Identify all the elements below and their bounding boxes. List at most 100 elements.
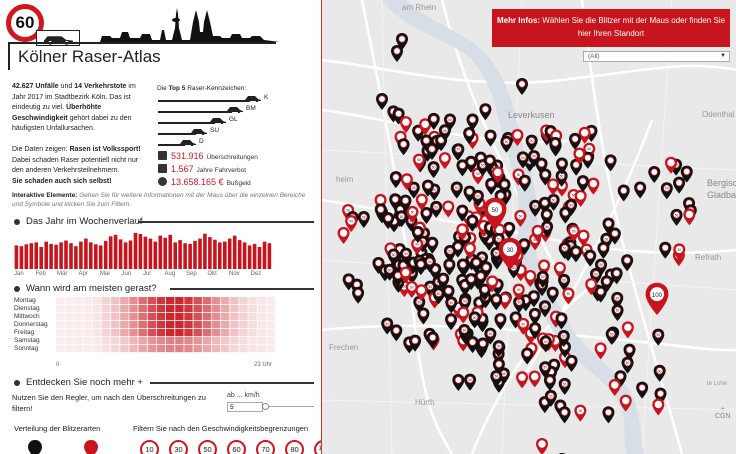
week-bar[interactable] xyxy=(103,240,108,269)
heatmap-cell[interactable] xyxy=(83,305,92,313)
heatmap-cell[interactable] xyxy=(65,345,74,353)
week-bar[interactable] xyxy=(257,247,262,269)
heatmap-cell[interactable] xyxy=(193,337,202,345)
week-bar[interactable] xyxy=(208,237,212,269)
heatmap-cell[interactable] xyxy=(147,297,157,305)
heatmap-cell[interactable] xyxy=(83,321,92,329)
heatmap-cell[interactable] xyxy=(239,305,248,313)
heatmap-cell[interactable] xyxy=(257,329,267,337)
black-pin-icon[interactable] xyxy=(576,175,589,193)
black-pin-icon[interactable] xyxy=(456,159,469,177)
heatmap-cell[interactable] xyxy=(56,345,65,353)
heatmap-cell[interactable] xyxy=(166,297,175,305)
map-canvas[interactable]: 50 50 50 50 50 50 50 50 50 50 50 50 50 5… xyxy=(322,0,736,454)
heatmap-cell[interactable] xyxy=(211,297,221,305)
heatmap-cell[interactable] xyxy=(120,337,129,345)
heatmap-cell[interactable] xyxy=(138,329,147,337)
heatmap-cell[interactable] xyxy=(129,345,138,353)
speed-filter-sign[interactable]: 50 xyxy=(198,440,217,454)
black-pin-icon[interactable] xyxy=(485,177,498,195)
red-pin-icon[interactable] xyxy=(337,226,350,244)
heatmap-cell[interactable] xyxy=(156,305,166,313)
heatmap-cell[interactable] xyxy=(147,321,157,329)
heatmap-cell[interactable] xyxy=(257,305,267,313)
heatmap-cell[interactable] xyxy=(65,297,74,305)
red-pin-icon[interactable] xyxy=(516,371,529,389)
week-bar[interactable] xyxy=(49,243,53,269)
week-bar[interactable] xyxy=(163,237,167,269)
black-pin-icon[interactable]: 50 xyxy=(558,377,571,395)
heatmap-cell[interactable] xyxy=(74,313,83,321)
speed-filter-sign[interactable]: 10 xyxy=(140,440,159,454)
heatmap-cell[interactable] xyxy=(248,337,257,345)
week-bar[interactable] xyxy=(108,236,113,269)
heatmap-cell[interactable] xyxy=(266,337,276,345)
heatmap-cell[interactable] xyxy=(193,329,202,337)
heatmap-cell[interactable] xyxy=(111,329,120,337)
black-pin-icon[interactable]: 50 xyxy=(443,244,456,262)
heatmap-cell[interactable] xyxy=(166,345,175,353)
heatmap-cell[interactable] xyxy=(202,337,212,345)
heatmap-cell[interactable] xyxy=(92,305,102,313)
black-pin-icon[interactable] xyxy=(558,406,571,424)
heatmap-cell[interactable] xyxy=(129,321,138,329)
heatmap-cell[interactable] xyxy=(74,345,83,353)
heatmap-cell[interactable] xyxy=(56,313,65,321)
heatmap-cell[interactable] xyxy=(184,345,193,353)
heatmap-cell[interactable] xyxy=(65,329,74,337)
weekly-bar-chart[interactable] xyxy=(14,229,272,269)
week-bar[interactable] xyxy=(69,243,73,269)
heatmap-cell[interactable] xyxy=(65,337,74,345)
week-bar[interactable] xyxy=(153,241,158,269)
heatmap-cell[interactable] xyxy=(211,345,221,353)
red-pin-icon[interactable] xyxy=(536,438,548,454)
heatmap-cell[interactable] xyxy=(129,313,138,321)
black-pin-icon[interactable] xyxy=(390,324,403,342)
speed-filter-sign[interactable]: 30 xyxy=(169,440,188,454)
week-bar[interactable] xyxy=(242,242,247,269)
black-pin-icon[interactable] xyxy=(426,236,439,254)
heatmap-cell[interactable] xyxy=(175,329,184,337)
black-pin-icon[interactable]: 50 xyxy=(611,304,624,322)
heatmap-cell[interactable] xyxy=(138,305,147,313)
black-pin-icon[interactable] xyxy=(376,93,388,110)
week-bar[interactable] xyxy=(143,236,148,269)
heatmap-cell[interactable] xyxy=(56,297,65,305)
week-bar[interactable] xyxy=(183,243,187,269)
heatmap-cell[interactable] xyxy=(266,321,276,329)
heatmap-cell[interactable] xyxy=(221,313,230,321)
heatmap-cell[interactable] xyxy=(202,345,212,353)
week-bar[interactable] xyxy=(98,245,103,269)
heatmap-cell[interactable] xyxy=(221,337,230,345)
heatmap-cell[interactable] xyxy=(156,345,166,353)
black-pin-icon[interactable]: 50 xyxy=(605,327,618,345)
plate-row[interactable]: SU xyxy=(158,127,298,137)
week-bar[interactable] xyxy=(247,245,252,269)
section-title-discover[interactable]: Entdecken Sie noch mehr + xyxy=(26,377,143,388)
week-bar[interactable] xyxy=(227,238,232,269)
heatmap-cell[interactable] xyxy=(221,329,230,337)
black-pin-icon[interactable] xyxy=(484,129,497,147)
heatmap-cell[interactable] xyxy=(239,329,248,337)
week-bar[interactable] xyxy=(59,242,63,269)
heatmap-cell[interactable] xyxy=(193,345,202,353)
black-pin-icon[interactable] xyxy=(569,132,582,150)
heatmap-cell[interactable] xyxy=(175,345,184,353)
heatmap-cell[interactable] xyxy=(129,329,138,337)
heatmap-cell[interactable] xyxy=(111,297,120,305)
heatmap-cell[interactable] xyxy=(184,337,193,345)
heatmap-cell[interactable] xyxy=(101,305,111,313)
heatmap-cell[interactable] xyxy=(147,345,157,353)
heatmap-cell[interactable] xyxy=(56,337,65,345)
heatmap-cell[interactable] xyxy=(239,313,248,321)
week-bar[interactable] xyxy=(158,235,163,269)
heatmap-cell[interactable] xyxy=(129,337,138,345)
week-bar[interactable] xyxy=(128,240,133,270)
heatmap-cell[interactable] xyxy=(56,305,65,313)
red-pin-icon[interactable] xyxy=(652,398,665,416)
heatmap-cell[interactable] xyxy=(120,329,129,337)
heatmap-cell[interactable] xyxy=(202,329,212,337)
heatmap-cell[interactable] xyxy=(120,313,129,321)
heatmap-cell[interactable] xyxy=(166,313,175,321)
heatmap-cell[interactable] xyxy=(202,321,212,329)
